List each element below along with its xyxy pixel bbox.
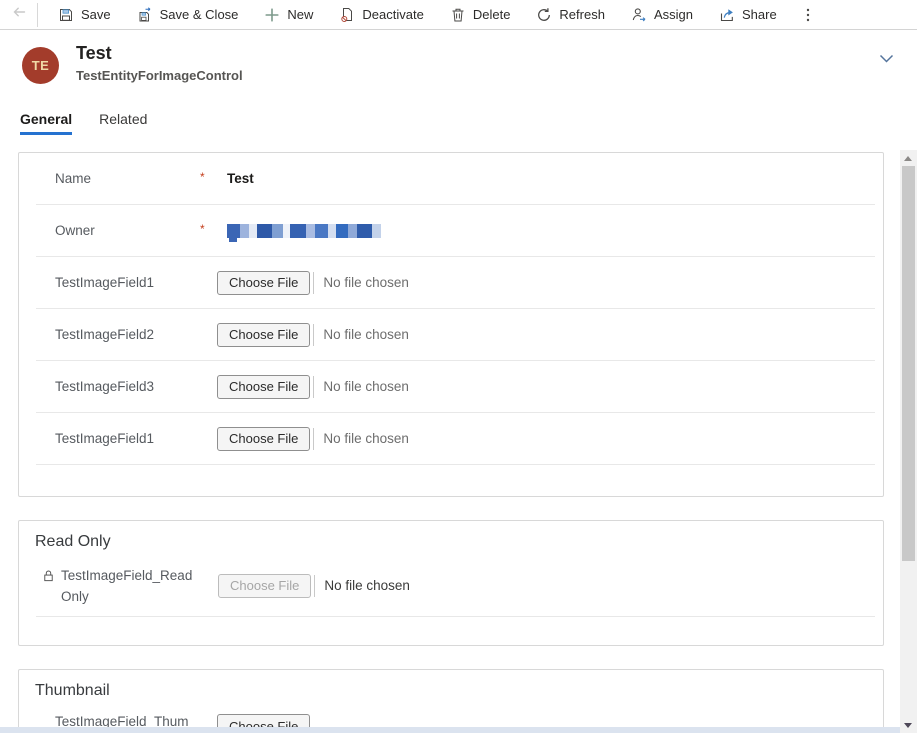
field-row-testimagefield1-b: TestImageField1 Choose File No file chos… (36, 413, 875, 465)
vertical-scrollbar[interactable] (900, 150, 917, 733)
file-input-disabled: Choose File No file chosen (218, 574, 410, 598)
field-label: Owner (55, 223, 200, 238)
scrollbar-thumb[interactable] (902, 166, 915, 561)
share-button[interactable]: Share (706, 0, 790, 30)
file-input-divider (313, 324, 314, 346)
section-heading: Thumbnail (19, 670, 883, 700)
file-status-text: No file chosen (323, 431, 409, 446)
field-row-owner: Owner * (36, 205, 875, 257)
field-label: TestImageField3 (55, 379, 217, 394)
field-row-testimagefield-readonly: TestImageField_Read Only Choose File No … (36, 555, 875, 617)
save-and-close-button[interactable]: Save & Close (124, 0, 252, 30)
file-status-text: No file chosen (323, 379, 409, 394)
share-icon (719, 7, 735, 23)
owner-lookup-value-redacted[interactable] (227, 223, 381, 238)
form-tabs: General Related (0, 100, 917, 135)
file-input-divider (313, 376, 314, 398)
file-input-divider (313, 272, 314, 294)
more-commands-button[interactable] (790, 0, 826, 30)
entity-form-page: Save Save & Close New Deactivate Delete (0, 0, 917, 733)
field-label: Name (55, 171, 200, 186)
save-and-close-icon (137, 7, 153, 23)
assign-icon (631, 7, 647, 23)
file-status-text: No file chosen (324, 578, 410, 593)
choose-file-button-disabled: Choose File (218, 574, 311, 598)
file-input: Choose File No file chosen (217, 427, 409, 451)
choose-file-button[interactable]: Choose File (217, 323, 310, 347)
save-label: Save (81, 7, 111, 22)
file-input-divider (313, 428, 314, 450)
refresh-label: Refresh (559, 7, 605, 22)
field-label: TestImageField2 (55, 327, 217, 342)
section-read-only: Read Only TestImageField_Read Only Choos… (18, 520, 884, 646)
record-entity-name: TestEntityForImageControl (76, 68, 243, 83)
required-asterisk: * (200, 170, 227, 188)
section-heading: Read Only (19, 521, 883, 551)
horizontal-scrollbar[interactable] (0, 727, 900, 733)
save-button[interactable]: Save (45, 0, 124, 30)
field-row-testimagefield1: TestImageField1 Choose File No file chos… (36, 257, 875, 309)
file-input: Choose File No file chosen (217, 323, 409, 347)
tab-related[interactable]: Related (99, 111, 147, 135)
delete-label: Delete (473, 7, 511, 22)
file-input: Choose File No file chosen (217, 375, 409, 399)
chevron-down-icon (878, 52, 895, 69)
command-bar: Save Save & Close New Deactivate Delete (0, 0, 917, 30)
section-thumbnail: Thumbnail TestImageField_Thum Choose Fil… (18, 669, 884, 733)
command-bar-divider (37, 3, 38, 27)
delete-icon (450, 7, 466, 23)
share-label: Share (742, 7, 777, 22)
scrollbar-up-arrow[interactable] (904, 156, 912, 161)
new-label: New (287, 7, 313, 22)
delete-button[interactable]: Delete (437, 0, 524, 30)
field-row-testimagefield3: TestImageField3 Choose File No file chos… (36, 361, 875, 413)
more-vertical-icon (800, 7, 816, 23)
assign-label: Assign (654, 7, 693, 22)
deactivate-button[interactable]: Deactivate (326, 0, 436, 30)
back-button[interactable] (0, 0, 37, 30)
back-arrow-icon (11, 4, 27, 25)
assign-button[interactable]: Assign (618, 0, 706, 30)
refresh-button[interactable]: Refresh (523, 0, 618, 30)
section-main: Name * Test Owner * TestImageField1 Choo… (18, 152, 884, 497)
record-title: Test (76, 43, 243, 64)
choose-file-button[interactable]: Choose File (217, 375, 310, 399)
choose-file-button[interactable]: Choose File (217, 427, 310, 451)
deactivate-icon (339, 7, 355, 23)
form-body: Name * Test Owner * TestImageField1 Choo… (0, 141, 917, 733)
save-and-close-label: Save & Close (160, 7, 239, 22)
field-label-group: TestImageField_Read Only (42, 565, 218, 607)
record-header: TE Test TestEntityForImageControl (0, 30, 917, 100)
file-input-divider (314, 575, 315, 597)
record-avatar: TE (22, 47, 59, 84)
field-label: TestImageField1 (55, 275, 217, 290)
expand-header-button[interactable] (878, 52, 895, 70)
lock-icon (42, 568, 55, 607)
name-value[interactable]: Test (227, 171, 254, 186)
save-icon (58, 7, 74, 23)
refresh-icon (536, 7, 552, 23)
deactivate-label: Deactivate (362, 7, 423, 22)
required-asterisk: * (200, 222, 227, 240)
field-row-testimagefield2: TestImageField2 Choose File No file chos… (36, 309, 875, 361)
file-status-text: No file chosen (323, 327, 409, 342)
scrollbar-down-arrow[interactable] (904, 723, 912, 728)
new-button[interactable]: New (251, 0, 326, 30)
choose-file-button[interactable]: Choose File (217, 271, 310, 295)
tab-general[interactable]: General (20, 111, 72, 135)
field-label: TestImageField1 (55, 431, 217, 446)
field-row-name: Name * Test (36, 153, 875, 205)
file-status-text: No file chosen (323, 275, 409, 290)
new-icon (264, 7, 280, 23)
file-input: Choose File No file chosen (217, 271, 409, 295)
field-label: TestImageField_Read Only (61, 565, 191, 607)
